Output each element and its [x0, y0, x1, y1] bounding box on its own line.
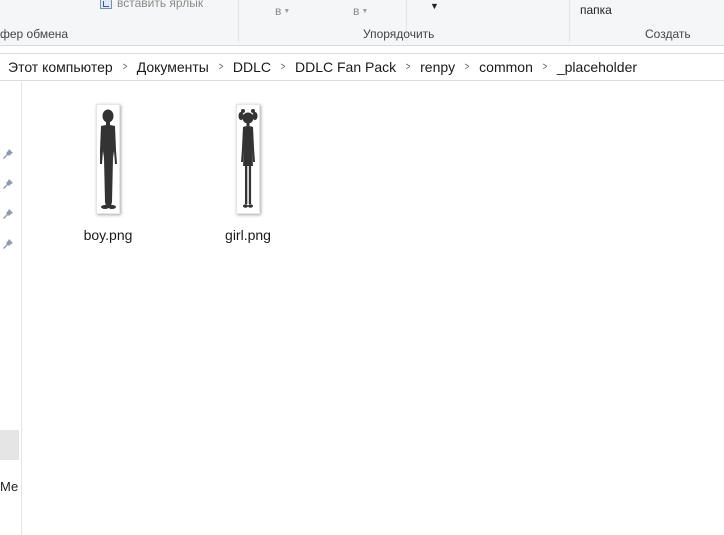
address-bar[interactable]: Этот компьютер > Документы > DDLC > DDLC… [0, 53, 724, 81]
file-name: boy.png [83, 227, 133, 243]
breadcrumb-ddlc[interactable]: DDLC [231, 59, 273, 75]
copy-to-dropdown[interactable]: в ▼ [353, 4, 368, 18]
ribbon-separator [238, 0, 239, 42]
nav-item-label[interactable]: Ме [0, 479, 18, 494]
dropdown-arrow-icon: ▼ [361, 8, 369, 15]
pin-icon[interactable] [2, 238, 14, 250]
file-name: girl.png [225, 227, 271, 243]
shortcut-icon [100, 0, 112, 9]
boy-silhouette-thumbnail [96, 104, 120, 214]
rename-dropdown-arrow-icon[interactable]: ▼ [430, 1, 439, 11]
breadcrumb-common[interactable]: common [477, 59, 535, 75]
breadcrumb-placeholder[interactable]: _placeholder [555, 59, 639, 75]
navigation-pane: Ме [0, 82, 22, 535]
chevron-right-icon[interactable]: > [276, 61, 290, 73]
breadcrumb-renpy[interactable]: renpy [418, 59, 457, 75]
file-explorer-window: вставить ярлык в ▼ в ▼ ▼ папка фер обмена … [0, 0, 724, 535]
pin-icon[interactable] [2, 208, 14, 220]
file-list: boy.png girl.png [23, 82, 724, 535]
chevron-right-icon[interactable]: > [538, 61, 552, 73]
ribbon-separator [569, 0, 570, 42]
pin-icon[interactable] [2, 148, 14, 160]
dropdown-arrow-icon: ▼ [283, 8, 291, 15]
move-to-dropdown[interactable]: в ▼ [275, 4, 290, 18]
paste-shortcut-button[interactable]: вставить ярлык [100, 0, 203, 10]
chevron-right-icon[interactable]: > [118, 61, 132, 73]
pin-icon[interactable] [2, 178, 14, 190]
ribbon: вставить ярлык в ▼ в ▼ ▼ папка фер обмена … [0, 0, 724, 46]
girl-silhouette-thumbnail [236, 104, 260, 214]
chevron-right-icon[interactable]: > [214, 61, 228, 73]
clipboard-group-label: фер обмена [0, 27, 69, 41]
chevron-right-icon[interactable]: > [460, 61, 474, 73]
file-item-boy[interactable]: boy.png [58, 104, 158, 244]
move-to-label: в [275, 4, 282, 18]
breadcrumb-this-pc[interactable]: Этот компьютер [6, 59, 115, 75]
nav-item-selected[interactable] [0, 430, 19, 460]
copy-to-label: в [353, 4, 360, 18]
organize-group-label: Упорядочить [363, 27, 435, 41]
file-item-girl[interactable]: girl.png [198, 104, 298, 244]
new-folder-button[interactable]: папка [580, 3, 612, 17]
chevron-right-icon[interactable]: > [401, 61, 415, 73]
new-group-label: Создать [645, 27, 691, 41]
breadcrumb-ddlc-fan-pack[interactable]: DDLC Fan Pack [293, 59, 398, 75]
breadcrumb-documents[interactable]: Документы [135, 59, 211, 75]
paste-shortcut-label: вставить ярлык [117, 0, 204, 10]
